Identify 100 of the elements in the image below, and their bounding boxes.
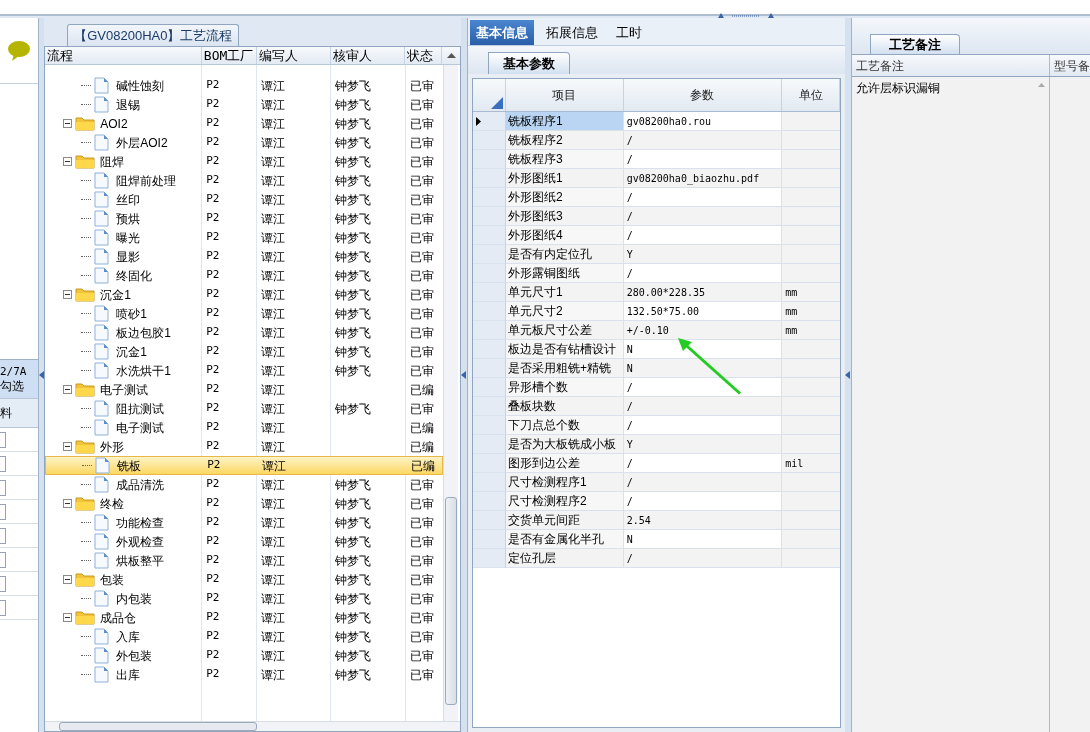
tree-row[interactable]: AOI2 P2 谭江 钟梦飞 已审 — [45, 114, 444, 133]
tree-row[interactable]: 终固化 P2 谭江 钟梦飞 已审 — [45, 266, 444, 285]
table-cell: 已审 — [410, 534, 435, 549]
folder-icon — [75, 572, 96, 587]
checkbox[interactable] — [0, 576, 6, 592]
column-header[interactable]: 状态 — [405, 47, 443, 64]
tree-row[interactable]: 外层AOI2 P2 谭江 钟梦飞 已审 — [45, 133, 444, 152]
scrollbar-thumb[interactable] — [445, 497, 458, 705]
column-header[interactable]: 编写人 — [256, 47, 331, 64]
tree-row[interactable]: 预烘 P2 谭江 钟梦飞 已审 — [45, 209, 444, 228]
checkbox[interactable] — [0, 504, 6, 520]
tree-row[interactable]: 外观检查 P2 谭江 钟梦飞 已审 — [45, 532, 444, 551]
table-cell: 铣板程序1 — [506, 112, 624, 131]
tree-row[interactable]: 烘板整平 P2 谭江 钟梦飞 已审 — [45, 551, 444, 570]
table-cell: 谭江 — [261, 572, 286, 587]
collapse-icon[interactable] — [63, 499, 73, 508]
tree-row[interactable]: 沉金1 P2 谭江 钟梦飞 已审 — [45, 342, 444, 361]
tree-row[interactable]: 电子测试 P2 谭江 已编 — [45, 380, 444, 399]
tree-row[interactable]: 出库 P2 谭江 钟梦飞 已审 — [45, 665, 444, 684]
collapse-arrow-icon[interactable] — [461, 371, 467, 379]
scroll-up-icon[interactable] — [446, 53, 456, 58]
select-all-corner-icon[interactable] — [491, 97, 504, 109]
tree-row[interactable]: 阻抗测试 P2 谭江 钟梦飞 已审 — [45, 399, 444, 418]
checkbox[interactable] — [0, 528, 6, 544]
tree-row[interactable]: 水洗烘干1 P2 谭江 钟梦飞 已审 — [45, 361, 444, 380]
tree-row[interactable]: 阻焊前处理 P2 谭江 钟梦飞 已审 — [45, 171, 444, 190]
table-cell: P2 — [206, 610, 220, 624]
document-icon — [94, 305, 110, 322]
table-cell: / — [623, 150, 783, 169]
table-cell: 谭江 — [261, 648, 286, 663]
tree-row[interactable]: 铣板 P2 谭江 已编 — [45, 456, 444, 475]
tree-row[interactable]: 电子测试 P2 谭江 已编 — [45, 418, 444, 437]
collapse-icon[interactable] — [63, 119, 73, 128]
collapse-arrow-icon[interactable] — [39, 371, 45, 379]
column-header[interactable]: BOM工厂 — [201, 47, 257, 64]
tab[interactable]: 拓展信息 — [540, 20, 605, 45]
collapse-icon[interactable] — [63, 575, 73, 584]
remark-text: 允许层标识漏铜 — [855, 80, 941, 97]
tree-row[interactable]: 显影 P2 谭江 钟梦飞 已审 — [45, 247, 444, 266]
tree-row[interactable]: 成品清洗 P2 谭江 钟梦飞 已审 — [45, 475, 444, 494]
collapse-icon[interactable] — [63, 290, 73, 299]
table-cell: 异形槽个数 — [506, 378, 624, 397]
document-icon — [94, 552, 110, 569]
speech-bubble-icon[interactable] — [8, 40, 31, 61]
tree-row[interactable]: 成品仓 P2 谭江 钟梦飞 已审 — [45, 608, 444, 627]
table-cell: 已审 — [410, 249, 435, 264]
column-header[interactable]: 参数 — [623, 79, 783, 111]
tree-label: 退锡 — [115, 96, 141, 114]
row-header[interactable] — [473, 112, 507, 131]
column-header[interactable]: 流程 — [45, 47, 202, 64]
tree-row[interactable]: 入库 P2 谭江 钟梦飞 已审 — [45, 627, 444, 646]
checkbox[interactable] — [0, 552, 6, 568]
column-header[interactable]: 核审人 — [330, 47, 406, 64]
table-cell: 钟梦飞 — [335, 135, 372, 150]
tree-row[interactable]: 喷砂1 P2 谭江 钟梦飞 已审 — [45, 304, 444, 323]
tree-row[interactable]: 内包装 P2 谭江 钟梦飞 已审 — [45, 589, 444, 608]
tree-row[interactable]: 曝光 P2 谭江 钟梦飞 已审 — [45, 228, 444, 247]
checkbox[interactable] — [0, 480, 6, 496]
column-header[interactable]: 项目 — [506, 79, 624, 111]
tree-row[interactable]: 外包装 P2 谭江 钟梦飞 已审 — [45, 646, 444, 665]
splitter-grip-icon[interactable] — [718, 12, 774, 18]
table-cell: P2 — [206, 515, 220, 529]
table-cell: 钟梦飞 — [335, 610, 372, 625]
column-header[interactable]: 单位 — [782, 79, 841, 111]
tree-row[interactable]: 包装 P2 谭江 钟梦飞 已审 — [45, 570, 444, 589]
scrollbar-thumb[interactable] — [59, 722, 258, 731]
collapse-arrow-icon[interactable] — [845, 371, 851, 379]
tree-row[interactable]: 碱性蚀刻 P2 谭江 钟梦飞 已审 — [45, 76, 444, 95]
tree-row[interactable]: 退锡 P2 谭江 钟梦飞 已审 — [45, 95, 444, 114]
checkbox[interactable] — [0, 600, 6, 616]
document-icon — [94, 324, 110, 341]
table-cell: 尺寸检测程序2 — [506, 492, 624, 511]
checkbox[interactable] — [0, 432, 6, 448]
folder-icon — [75, 154, 96, 169]
tree-row[interactable]: 板边包胶1 P2 谭江 钟梦飞 已审 — [45, 323, 444, 342]
collapse-icon[interactable] — [63, 613, 73, 622]
collapse-icon[interactable] — [63, 157, 73, 166]
table-cell: 已审 — [410, 325, 435, 340]
sub-tab[interactable]: 基本参数 — [488, 52, 571, 74]
tree-row[interactable]: 沉金1 P2 谭江 钟梦飞 已审 — [45, 285, 444, 304]
table-cell: 谭江 — [261, 553, 286, 568]
tree-row[interactable]: 外形 P2 谭江 已编 — [45, 437, 444, 456]
document-icon — [94, 514, 110, 531]
tab[interactable]: 工时 — [610, 20, 649, 45]
tab[interactable]: 基本信息 — [470, 20, 535, 45]
horizontal-scrollbar[interactable] — [45, 721, 461, 731]
table-cell: / — [623, 549, 783, 568]
table-cell: 已审 — [410, 306, 435, 321]
sub-tab[interactable]: 工艺备注 — [870, 34, 960, 54]
collapse-icon[interactable] — [63, 385, 73, 394]
tree-row[interactable]: 终检 P2 谭江 钟梦飞 已审 — [45, 494, 444, 513]
checkbox[interactable] — [0, 456, 6, 472]
collapse-icon[interactable] — [63, 442, 73, 451]
tree-row[interactable]: 功能检查 P2 谭江 钟梦飞 已审 — [45, 513, 444, 532]
tree-row[interactable]: 丝印 P2 谭江 钟梦飞 已审 — [45, 190, 444, 209]
vertical-scrollbar[interactable] — [443, 65, 459, 721]
table-cell: 谭江 — [261, 230, 286, 245]
tree-row[interactable]: 阻焊 P2 谭江 钟梦飞 已审 — [45, 152, 444, 171]
table-cell: P2 — [206, 78, 220, 92]
table-cell: 谭江 — [261, 515, 286, 530]
